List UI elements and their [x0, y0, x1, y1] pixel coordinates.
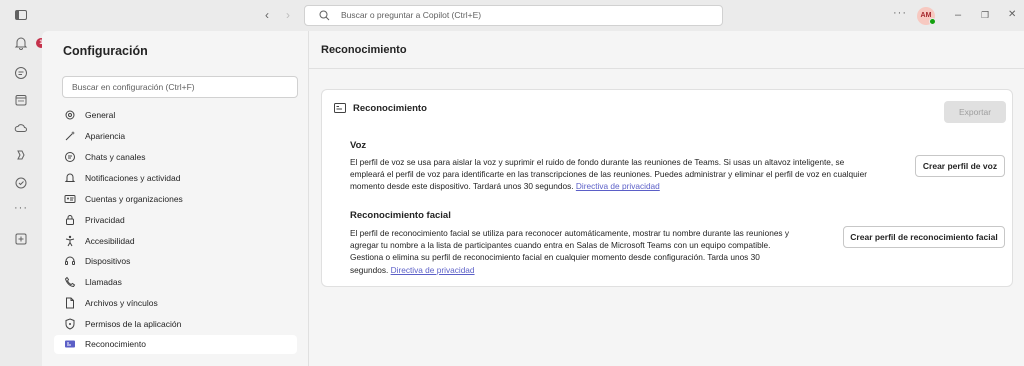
gear-icon: [65, 110, 75, 120]
settings-title: Configuración: [63, 44, 148, 58]
accessibility-icon: [65, 235, 75, 247]
settings-item-label: General: [85, 110, 116, 120]
activity-bell-icon[interactable]: 1: [14, 36, 46, 50]
settings-item-recognition[interactable]: Reconocimiento: [54, 335, 297, 354]
document-icon: [66, 297, 74, 309]
create-voice-profile-button[interactable]: Crear perfil de voz: [915, 155, 1005, 177]
face-description-line: Gestiona o elimina su perfil de reconoci…: [350, 252, 760, 263]
face-description-line-4: segundos. Directiva de privacidad: [350, 264, 850, 276]
more-apps-button[interactable]: ···: [14, 202, 28, 216]
forward-button[interactable]: ›: [286, 9, 290, 21]
settings-item-label: Reconocimiento: [85, 339, 146, 349]
bell-icon: [64, 173, 76, 182]
settings-item-label: Notificaciones y actividad: [85, 173, 181, 183]
page-title: Reconocimiento: [321, 44, 407, 56]
settings-search-input[interactable]: Buscar en configuración (Ctrl+F): [62, 76, 298, 98]
settings-search-placeholder: Buscar en configuración (Ctrl+F): [72, 82, 195, 92]
face-privacy-link[interactable]: Directiva de privacidad: [391, 265, 475, 275]
wand-icon: [65, 131, 75, 141]
settings-item-label: Accesibilidad: [85, 236, 135, 246]
sidebar-toggle-icon[interactable]: [14, 8, 28, 22]
settings-item-label: Apariencia: [85, 131, 126, 141]
voice-description-line-3: momento desde este dispositivo. Tardará …: [350, 180, 910, 192]
calendar-icon[interactable]: [14, 93, 28, 107]
more-options-button[interactable]: ···: [893, 7, 907, 19]
main-header: Reconocimiento: [309, 31, 1024, 69]
headset-icon: [65, 256, 75, 265]
card-title: Reconocimiento: [353, 103, 427, 114]
back-button[interactable]: ‹: [265, 9, 269, 21]
chat-icon: [65, 152, 75, 162]
recognition-icon: [334, 103, 346, 113]
restore-button[interactable]: ❐: [981, 9, 989, 21]
chat-icon[interactable]: [14, 66, 28, 80]
voice-description-line: empleará el perfil de voz para identific…: [350, 169, 867, 180]
voice-description-text: momento desde este dispositivo. Tardará …: [350, 181, 574, 192]
app-rail: 1 ···: [0, 31, 46, 366]
settings-item-label: Privacidad: [85, 215, 125, 225]
settings-item-appearance[interactable]: Apariencia: [54, 127, 297, 146]
face-section-title: Reconocimiento facial: [350, 210, 451, 221]
presence-status-icon: [929, 18, 936, 25]
settings-item-accessibility[interactable]: Accesibilidad: [54, 232, 297, 251]
main-content: Reconocimiento Reconocimiento Exportar V…: [309, 31, 1024, 366]
lock-icon: [66, 215, 74, 225]
settings-item-devices[interactable]: Dispositivos: [54, 252, 297, 271]
face-description-line: agregar tu nombre a la lista de particip…: [350, 240, 771, 251]
create-face-profile-button[interactable]: Crear perfil de reconocimiento facial: [843, 226, 1005, 248]
export-button[interactable]: Exportar: [944, 101, 1006, 123]
voice-description-line: El perfil de voz se usa para aislar la v…: [350, 157, 845, 167]
search-icon: [319, 10, 330, 21]
settings-item-label: Llamadas: [85, 277, 122, 287]
settings-item-label: Archivos y vínculos: [85, 298, 158, 308]
settings-item-label: Chats y canales: [85, 152, 146, 162]
settings-item-label: Cuentas y organizaciones: [85, 194, 183, 204]
settings-item-app-permissions[interactable]: Permisos de la aplicación: [54, 315, 297, 334]
settings-item-general[interactable]: General: [54, 106, 297, 125]
settings-item-label: Dispositivos: [85, 256, 131, 266]
voice-privacy-link[interactable]: Directiva de privacidad: [576, 181, 660, 191]
shield-icon: [65, 318, 75, 330]
close-button[interactable]: ✕: [1008, 9, 1016, 21]
settings-item-calls[interactable]: Llamadas: [54, 273, 297, 292]
face-description-line: El perfil de reconocimiento facial se ut…: [350, 228, 790, 238]
settings-pane: Configuración Buscar en configuración (C…: [42, 31, 309, 366]
voice-section-title: Voz: [350, 140, 367, 151]
settings-item-privacy[interactable]: Privacidad: [54, 211, 297, 230]
search-placeholder: Buscar o preguntar a Copilot (Ctrl+E): [341, 10, 482, 20]
copilot-icon[interactable]: [14, 148, 28, 162]
settings-item-accounts[interactable]: Cuentas y organizaciones: [54, 190, 297, 209]
recognition-icon: [65, 340, 75, 348]
face-description: El perfil de reconocimiento facial se ut…: [350, 227, 850, 276]
planner-icon[interactable]: [14, 176, 28, 190]
id-card-icon: [64, 195, 76, 203]
recognition-card: Reconocimiento Exportar Voz El perfil de…: [321, 89, 1013, 287]
search-input[interactable]: Buscar o preguntar a Copilot (Ctrl+E): [304, 5, 723, 26]
face-description-text: segundos.: [350, 264, 389, 275]
settings-item-label: Permisos de la aplicación: [85, 319, 182, 329]
onedrive-cloud-icon[interactable]: [14, 121, 28, 135]
add-apps-icon[interactable]: [14, 232, 28, 246]
settings-item-files[interactable]: Archivos y vínculos: [54, 294, 297, 313]
voice-description: El perfil de voz se usa para aislar la v…: [350, 156, 910, 193]
title-bar: ‹ › Buscar o preguntar a Copilot (Ctrl+E…: [0, 0, 1024, 31]
settings-item-notifications[interactable]: Notificaciones y actividad: [54, 169, 297, 188]
phone-icon: [64, 276, 76, 288]
settings-item-chats[interactable]: Chats y canales: [54, 148, 297, 167]
minimize-button[interactable]: –: [955, 9, 961, 21]
